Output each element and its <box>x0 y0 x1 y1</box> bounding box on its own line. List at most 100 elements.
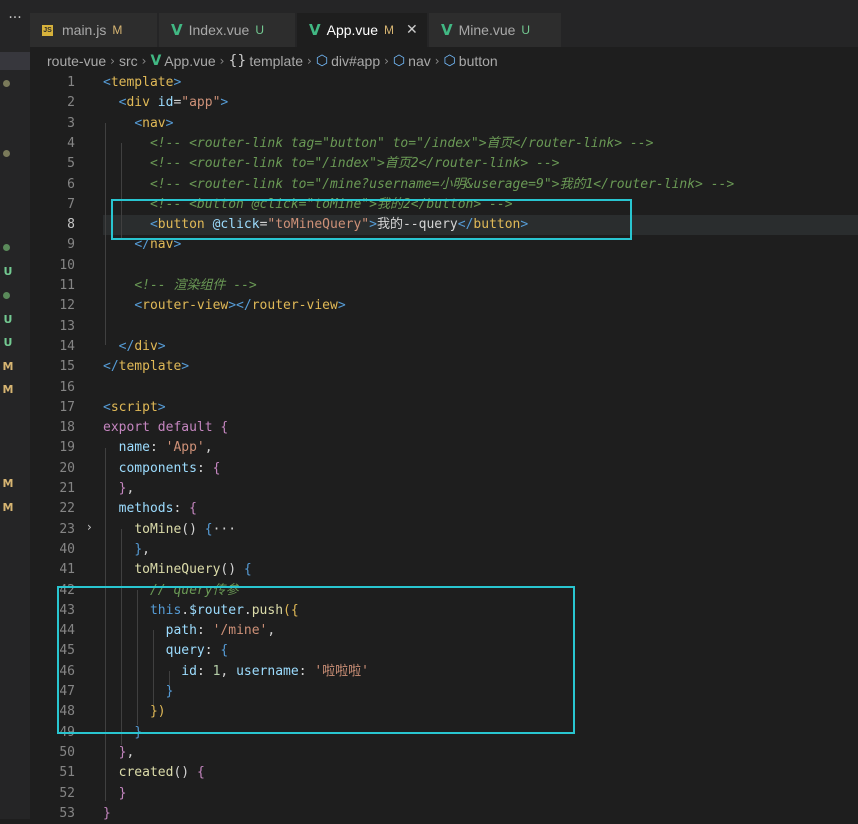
code-line[interactable]: 15 </template> <box>30 357 858 377</box>
code-text: toMineQuery() { <box>103 560 252 580</box>
code-line[interactable]: 1 <template> <box>30 73 858 93</box>
line-number: 15 <box>59 359 75 375</box>
code-token: > <box>165 115 174 131</box>
scm-dot-icon <box>3 244 10 251</box>
code-token: </ <box>118 338 135 354</box>
code-line[interactable]: 11 <!-- 渲染组件 --> <box>30 276 858 296</box>
code-line[interactable]: 5 <!-- <router-link to="/index">首页2</rou… <box>30 154 858 174</box>
code-line[interactable]: 51 created() { <box>30 763 858 783</box>
code-line[interactable]: 4 <!-- <router-link tag="button" to="/in… <box>30 134 858 154</box>
code-line[interactable]: 6 <!-- <router-link to="/mine?username=小… <box>30 175 858 195</box>
tab-index-vue[interactable]: V Index.vue U <box>159 13 296 47</box>
untracked-badge: U <box>3 336 13 349</box>
code-token: } <box>118 785 127 801</box>
code-token: methods <box>118 501 174 517</box>
code-line[interactable]: 3 <nav> <box>30 114 858 134</box>
code-text: } <box>103 784 127 804</box>
vue-file-icon: V <box>171 21 183 39</box>
code-line[interactable]: 13 <box>30 317 858 337</box>
code-token: template <box>110 75 174 90</box>
code-text: <!-- <router-link to="/index">首页2</route… <box>103 154 560 174</box>
scm-dot-icon <box>3 80 10 87</box>
code-line[interactable]: 18 export default { <box>30 418 858 438</box>
line-number: 51 <box>59 765 75 781</box>
line-number: 9 <box>67 237 75 253</box>
line-number: 40 <box>59 541 75 557</box>
code-text: <!-- 渲染组件 --> <box>103 276 257 296</box>
code-line[interactable]: 50 }, <box>30 743 858 763</box>
code-token: ></ <box>228 298 252 314</box>
close-icon[interactable]: ✕ <box>406 22 418 38</box>
code-editor[interactable]: 1 <template> 2 <div id="app"> 3 <nav> 4 <!--… <box>30 73 858 821</box>
line-number: 8 <box>67 217 75 233</box>
code-line[interactable]: 10 <box>30 256 858 276</box>
code-token: export default <box>103 420 213 436</box>
chevron-right-icon: › <box>384 54 389 68</box>
breadcrumb-item[interactable]: nav <box>408 53 431 69</box>
code-token: < <box>103 75 111 90</box>
code-token: { <box>220 420 229 436</box>
code-line[interactable]: 16 <box>30 378 858 398</box>
breadcrumb: route-vue › src › V App.vue › {} templat… <box>30 49 858 73</box>
line-number: 12 <box>59 298 75 314</box>
code-line[interactable]: 41 toMineQuery() { <box>30 560 858 580</box>
breadcrumb-item[interactable]: route-vue <box>47 53 106 69</box>
breadcrumb-item[interactable]: button <box>459 53 498 69</box>
code-line[interactable]: 22 methods: { <box>30 499 858 519</box>
code-token: router-view <box>142 298 229 314</box>
chevron-right-icon: › <box>434 54 440 68</box>
code-line[interactable]: 21 }, <box>30 479 858 499</box>
code-line[interactable]: 23 toMine() {··· <box>30 520 858 540</box>
code-token: script <box>110 399 158 415</box>
code-token: : <box>196 460 213 476</box>
code-token: > <box>337 298 346 314</box>
code-text: toMine() {··· <box>103 520 236 540</box>
line-number: 20 <box>59 460 75 476</box>
code-line[interactable]: 52 } <box>30 784 858 804</box>
tab-main-js[interactable]: JS main.js M <box>30 13 158 47</box>
fold-chevron-icon[interactable]: › <box>87 520 92 534</box>
code-line[interactable]: 12 <router-view></router-view> <box>30 296 858 316</box>
code-token: , <box>126 744 135 760</box>
code-line[interactable]: 40 }, <box>30 540 858 560</box>
code-text: export default { <box>103 418 228 438</box>
chevron-right-icon: › <box>110 54 115 68</box>
line-number: 10 <box>59 257 75 273</box>
code-line[interactable]: 20 components: { <box>30 459 858 479</box>
code-token: { <box>243 562 252 578</box>
code-line[interactable]: 14 </div> <box>30 337 858 357</box>
code-text: <template> <box>103 73 181 93</box>
code-line[interactable]: 2 <div id="app"> <box>30 93 858 113</box>
code-token: 'App' <box>165 440 205 456</box>
code-token: , <box>126 481 135 496</box>
tab-label: Index.vue <box>188 22 250 38</box>
more-actions-icon[interactable]: ··· <box>0 10 30 26</box>
line-number: 3 <box>67 115 75 131</box>
tab-mine-vue[interactable]: V Mine.vue U <box>429 13 562 47</box>
breadcrumb-item[interactable]: template <box>249 53 303 69</box>
code-token: name <box>118 440 150 456</box>
breadcrumb-item[interactable]: App.vue <box>164 53 215 69</box>
code-line[interactable]: 17 <script> <box>30 398 858 418</box>
line-number: 19 <box>59 440 75 456</box>
code-text: <!-- <router-link tag="button" to="/inde… <box>103 134 653 154</box>
breadcrumb-item[interactable]: div#app <box>331 53 380 69</box>
line-number: 2 <box>67 95 75 111</box>
code-token: <!-- 渲染组件 --> <box>134 278 257 293</box>
line-number: 1 <box>67 75 75 90</box>
code-line[interactable]: 53} <box>30 804 858 824</box>
tab-status: M <box>383 23 394 37</box>
breadcrumb-item[interactable]: src <box>119 53 138 69</box>
code-token: < <box>103 399 111 415</box>
line-number: 21 <box>59 481 75 496</box>
code-line[interactable]: 19 name: 'App', <box>30 438 858 458</box>
tab-label: Mine.vue <box>458 22 516 38</box>
line-number: 11 <box>59 278 75 293</box>
tab-app-vue[interactable]: V App.vue M ✕ <box>297 13 428 47</box>
